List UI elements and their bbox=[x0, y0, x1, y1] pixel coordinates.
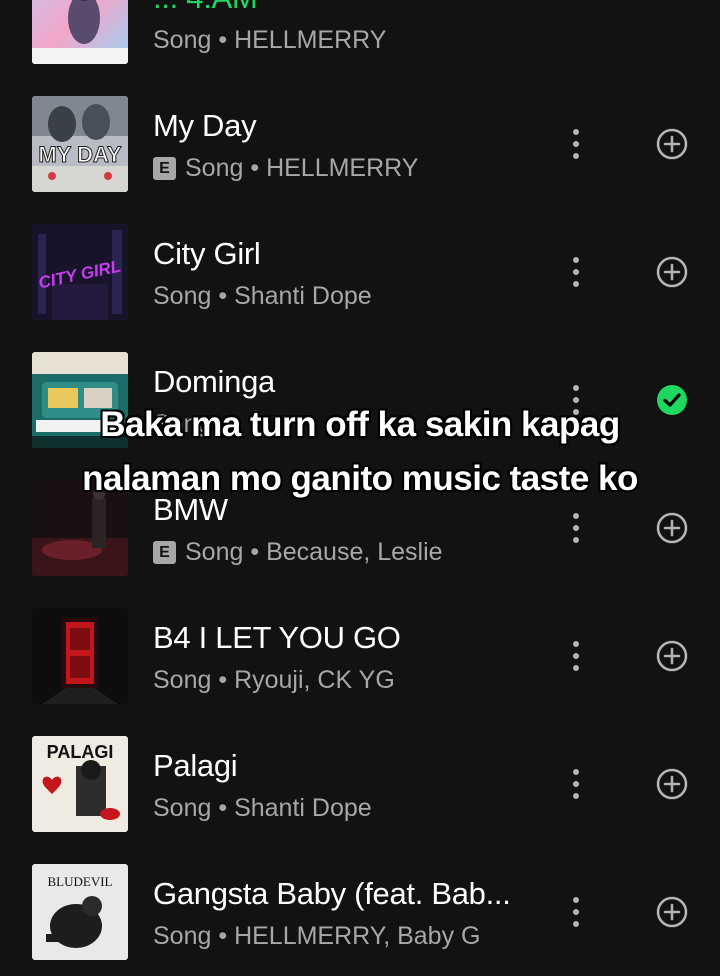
track-artist[interactable]: Ryouji, CK YG bbox=[234, 664, 395, 696]
track-row[interactable]: MY DAY My Day E Song • HELLMERRY bbox=[0, 80, 720, 208]
track-subtitle: Song • Shanti Dope bbox=[153, 280, 372, 312]
more-options-button[interactable] bbox=[558, 888, 594, 936]
track-artist[interactable]: Shanti Dope bbox=[234, 792, 372, 824]
more-vertical-icon bbox=[573, 257, 579, 263]
track-type: Song bbox=[153, 26, 212, 54]
video-caption-overlay: Baka ma turn off ka sakin kapag nalaman … bbox=[82, 405, 638, 498]
more-options-button[interactable] bbox=[558, 632, 594, 680]
cover-text: MY DAY bbox=[38, 142, 121, 167]
track-type: Song bbox=[153, 794, 212, 822]
track-title: City Girl bbox=[153, 236, 261, 271]
track-type: Song bbox=[185, 154, 244, 182]
track-subtitle: Song • Shanti Dope bbox=[153, 792, 372, 824]
separator-dot: • bbox=[250, 538, 260, 566]
track-type: Song bbox=[153, 666, 212, 694]
cover-text: PALAGI bbox=[47, 742, 114, 762]
add-circle-icon[interactable] bbox=[652, 636, 692, 676]
track-artist[interactable]: HELLMERRY bbox=[266, 152, 418, 184]
add-circle-icon[interactable] bbox=[652, 252, 692, 292]
more-vertical-icon bbox=[573, 513, 579, 519]
separator-dot: • bbox=[218, 282, 228, 310]
album-art: BLUDEVIL bbox=[32, 864, 128, 960]
more-vertical-icon bbox=[573, 769, 579, 775]
add-circle-icon[interactable] bbox=[652, 508, 692, 548]
add-circle-icon[interactable] bbox=[652, 764, 692, 804]
track-title: B4 I LET YOU GO bbox=[153, 620, 401, 655]
album-art: PALAGI bbox=[32, 736, 128, 832]
track-subtitle: E Song • Because, Leslie bbox=[153, 536, 443, 568]
track-subtitle: Song • HELLMERRY, Baby G bbox=[153, 920, 480, 952]
track-title: Palagi bbox=[153, 748, 238, 783]
add-circle-icon[interactable] bbox=[652, 892, 692, 932]
more-vertical-icon bbox=[573, 129, 579, 135]
track-type: Song bbox=[185, 538, 244, 566]
track-title: Dominga bbox=[153, 364, 275, 399]
separator-dot: • bbox=[218, 666, 228, 694]
track-title: ... 4:AM bbox=[153, 0, 258, 18]
track-artist[interactable]: HELLMERRY, Baby G bbox=[234, 920, 480, 952]
more-options-button[interactable] bbox=[558, 760, 594, 808]
album-art: MY DAY bbox=[32, 96, 128, 192]
more-vertical-icon bbox=[573, 385, 579, 391]
separator-dot: • bbox=[250, 154, 260, 182]
more-options-button[interactable] bbox=[558, 504, 594, 552]
track-artist[interactable]: Shanti Dope bbox=[234, 280, 372, 312]
more-vertical-icon bbox=[573, 897, 579, 903]
more-options-button[interactable] bbox=[558, 120, 594, 168]
separator-dot: • bbox=[218, 26, 228, 54]
track-subtitle: Song • Ryouji, CK YG bbox=[153, 664, 395, 696]
track-row[interactable]: BLUDEVIL Gangsta Baby (feat. Bab... Song… bbox=[0, 848, 720, 976]
track-artist[interactable]: Because, Leslie bbox=[266, 536, 443, 568]
cover-text: BLUDEVIL bbox=[48, 874, 113, 889]
more-vertical-icon bbox=[573, 641, 579, 647]
track-subtitle: Song • HELLMERRY bbox=[153, 24, 386, 56]
track-row[interactable]: CITY GIRL City Girl Song • Shanti Dope bbox=[0, 208, 720, 336]
track-title: My Day bbox=[153, 108, 257, 143]
separator-dot: • bbox=[218, 922, 228, 950]
track-artist[interactable]: HELLMERRY bbox=[234, 24, 386, 56]
explicit-badge: E bbox=[153, 156, 176, 180]
track-row[interactable]: ... 4:AM Song • HELLMERRY bbox=[0, 0, 720, 80]
album-art bbox=[32, 0, 128, 64]
more-options-button[interactable] bbox=[558, 248, 594, 296]
track-title: Gangsta Baby (feat. Bab... bbox=[153, 876, 511, 911]
track-row[interactable]: B4 I LET YOU GO Song • Ryouji, CK YG bbox=[0, 592, 720, 720]
add-circle-icon[interactable] bbox=[652, 124, 692, 164]
track-type: Song bbox=[153, 282, 212, 310]
album-art bbox=[32, 608, 128, 704]
explicit-badge: E bbox=[153, 540, 176, 564]
track-type: Song bbox=[153, 922, 212, 950]
track-row[interactable]: PALAGI Palagi Song • Shanti Dope bbox=[0, 720, 720, 848]
track-subtitle: E Song • HELLMERRY bbox=[153, 152, 418, 184]
separator-dot: • bbox=[218, 794, 228, 822]
album-art: CITY GIRL bbox=[32, 224, 128, 320]
